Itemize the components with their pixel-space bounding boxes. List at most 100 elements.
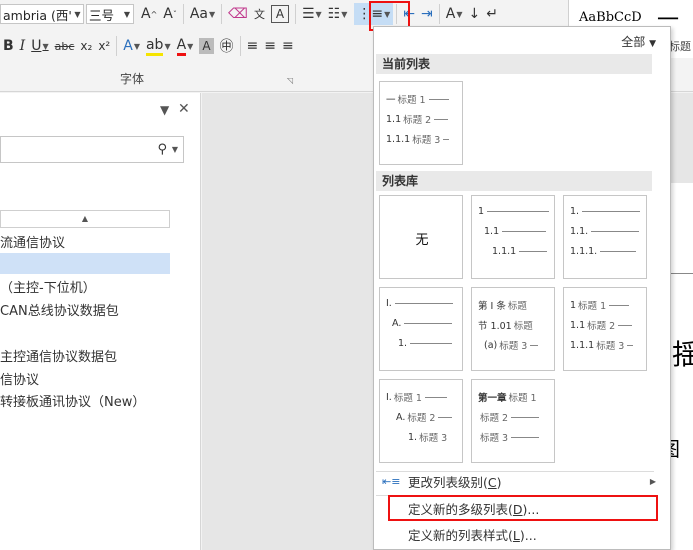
level-number: 一 xyxy=(386,95,396,106)
align-left-icon[interactable]: ≡ xyxy=(244,35,262,57)
font-size-value: 三号 xyxy=(89,7,115,23)
char-shading-icon[interactable]: A xyxy=(199,38,214,54)
level-rule xyxy=(428,98,449,100)
tile-line: 1. xyxy=(398,338,453,349)
filter-dropdown[interactable]: 全部 ▼ xyxy=(621,33,656,50)
level-rule xyxy=(443,138,450,140)
separator xyxy=(294,4,296,24)
level-rule xyxy=(618,324,633,326)
filter-label: 全部 xyxy=(621,35,646,49)
chevron-down-icon[interactable]: ▼ xyxy=(172,145,178,154)
menu-item-label: 定义新的列表样式(L)... xyxy=(408,527,537,543)
level-number: A. xyxy=(392,318,402,329)
level-text: 标题 2 xyxy=(407,413,436,424)
level-text: 标题 2 xyxy=(587,321,616,332)
tile-line: 1. 标题 3 xyxy=(408,430,448,445)
tile-line: 1.1 标题 2 xyxy=(386,112,449,126)
scroll-up-button[interactable]: ▲ xyxy=(0,210,170,228)
level-text: 标题 3 xyxy=(412,135,441,146)
library-tile[interactable]: I. A. 1. xyxy=(379,287,463,371)
increase-indent-icon[interactable]: ⇥ xyxy=(418,3,436,25)
nav-heading-item[interactable]: 转接板通讯协议（New） xyxy=(0,391,145,410)
strikethrough-button[interactable]: abc xyxy=(52,35,78,57)
enclosed-char-icon[interactable]: ㊥ xyxy=(217,35,237,57)
library-tile[interactable]: I. 标题 1 A. 标题 2 1. 标题 3 xyxy=(379,379,463,463)
chevron-down-icon[interactable]: ▼ xyxy=(160,103,169,117)
phonetic-guide-icon[interactable]: 文 xyxy=(251,3,268,25)
chevron-down-icon: ▼ xyxy=(209,9,216,19)
clear-format-icon[interactable]: ⌫ xyxy=(225,3,251,25)
level-rule xyxy=(591,231,640,232)
library-tile[interactable]: 1. 1.1. 1.1.1. xyxy=(563,195,647,279)
level-text: 标题 3 xyxy=(419,433,448,444)
change-list-level-item[interactable]: ⇤≡ 更改列表级别(C) ▶ xyxy=(376,470,666,492)
level-text: 标题 xyxy=(513,321,533,332)
font-color-icon[interactable]: A ▼ xyxy=(174,35,197,57)
close-icon[interactable]: ✕ xyxy=(178,101,190,117)
level-rule xyxy=(394,303,453,304)
nav-heading-item-selected[interactable] xyxy=(0,253,170,274)
dialog-launcher-icon[interactable]: ◹ xyxy=(287,76,293,85)
level-rule xyxy=(600,251,637,252)
nav-heading-item[interactable]: 主控通信协议数据包 xyxy=(0,346,117,365)
show-marks-icon[interactable]: ↵ xyxy=(483,3,501,25)
tile-line: I. xyxy=(386,298,453,309)
level-text: 标题 3 xyxy=(596,341,625,352)
highlight-color-icon[interactable]: ab ▼ xyxy=(143,35,174,57)
library-tile[interactable]: 1 1.1 1.1.1 xyxy=(471,195,555,279)
tile-line: 1.1 xyxy=(484,226,547,237)
tile-line: 节 1.01 标题 xyxy=(478,318,533,332)
subscript-button[interactable]: x₂ xyxy=(77,35,95,57)
sort-icon[interactable]: ↓ xyxy=(466,3,484,25)
nav-heading-item[interactable]: （主控-下位机） xyxy=(0,277,96,296)
define-list-style-item[interactable]: 定义新的列表样式(L)... xyxy=(376,523,666,545)
separator xyxy=(221,4,223,24)
grow-font-button[interactable]: A ^ xyxy=(138,3,160,25)
level-number: 1.1. xyxy=(570,226,589,237)
separator xyxy=(116,36,118,56)
separator xyxy=(239,36,241,56)
superscript-button[interactable]: x² xyxy=(95,35,113,57)
underline-button[interactable]: U ▼ xyxy=(28,35,51,57)
bold-button[interactable]: B xyxy=(0,35,17,57)
font-name-combo[interactable]: ambria (西' ▼ xyxy=(0,4,84,24)
level-rule xyxy=(627,344,634,346)
level-text: 标题 3 xyxy=(480,433,509,444)
level-text: 标题 2 xyxy=(480,413,509,424)
library-tile[interactable]: 第一章 标题 1 标题 2 标题 3 xyxy=(471,379,555,463)
center-icon[interactable]: ≡ xyxy=(261,35,279,57)
align-right-icon[interactable]: ≡ xyxy=(279,35,297,57)
current-list-tile[interactable]: 一标题 1 1.1 标题 2 1.1.1 标题 3 xyxy=(379,81,463,165)
text-effects-icon[interactable]: A ▼ xyxy=(120,35,143,57)
search-input[interactable]: ⚲ ▼ xyxy=(0,136,184,163)
text-direction-icon[interactable]: A ▼ xyxy=(443,3,466,25)
char-border-icon[interactable]: A xyxy=(270,5,289,23)
font-size-combo[interactable]: 三号 ▼ xyxy=(86,4,134,24)
italic-button[interactable]: I xyxy=(17,35,29,57)
list-library-header: 列表库 xyxy=(376,171,652,191)
level-number: 节 1.01 xyxy=(478,321,512,332)
numbering-icon[interactable]: ☷ ▼ xyxy=(325,3,351,25)
separator xyxy=(438,4,440,24)
bullets-icon[interactable]: ☰ ▼ xyxy=(299,3,325,25)
tile-line: 第一章 标题 1 xyxy=(478,390,537,404)
library-tile[interactable]: 1 标题 1 1.1 标题 2 1.1.1 标题 3 xyxy=(563,287,647,371)
level-number: I. xyxy=(386,298,392,309)
library-tile-none[interactable]: 无 xyxy=(379,195,463,279)
change-case-button[interactable]: Aa ▼ xyxy=(187,3,218,25)
nav-heading-item[interactable]: 信协议 xyxy=(0,369,39,388)
level-number: 第 I 条 xyxy=(478,301,506,312)
library-tile[interactable]: 第 I 条标题 节 1.01 标题 (a) 标题 3 xyxy=(471,287,555,371)
current-list-header: 当前列表 xyxy=(376,54,652,74)
level-number: 1 xyxy=(570,299,577,311)
shrink-font-button[interactable]: Aˇ xyxy=(160,3,180,25)
level-number: 1. xyxy=(408,431,418,443)
nav-heading-item[interactable]: CAN总线协议数据包 xyxy=(0,300,119,319)
level-text: 标题 1 xyxy=(578,301,607,312)
tile-line: 标题 3 xyxy=(478,430,540,444)
chevron-down-icon: ▼ xyxy=(456,9,463,19)
level-rule xyxy=(434,118,449,120)
font-name-value: ambria (西' xyxy=(3,7,72,23)
nav-heading-item[interactable]: 流通信协议 xyxy=(0,232,65,251)
search-icon[interactable]: ⚲ xyxy=(157,142,167,157)
